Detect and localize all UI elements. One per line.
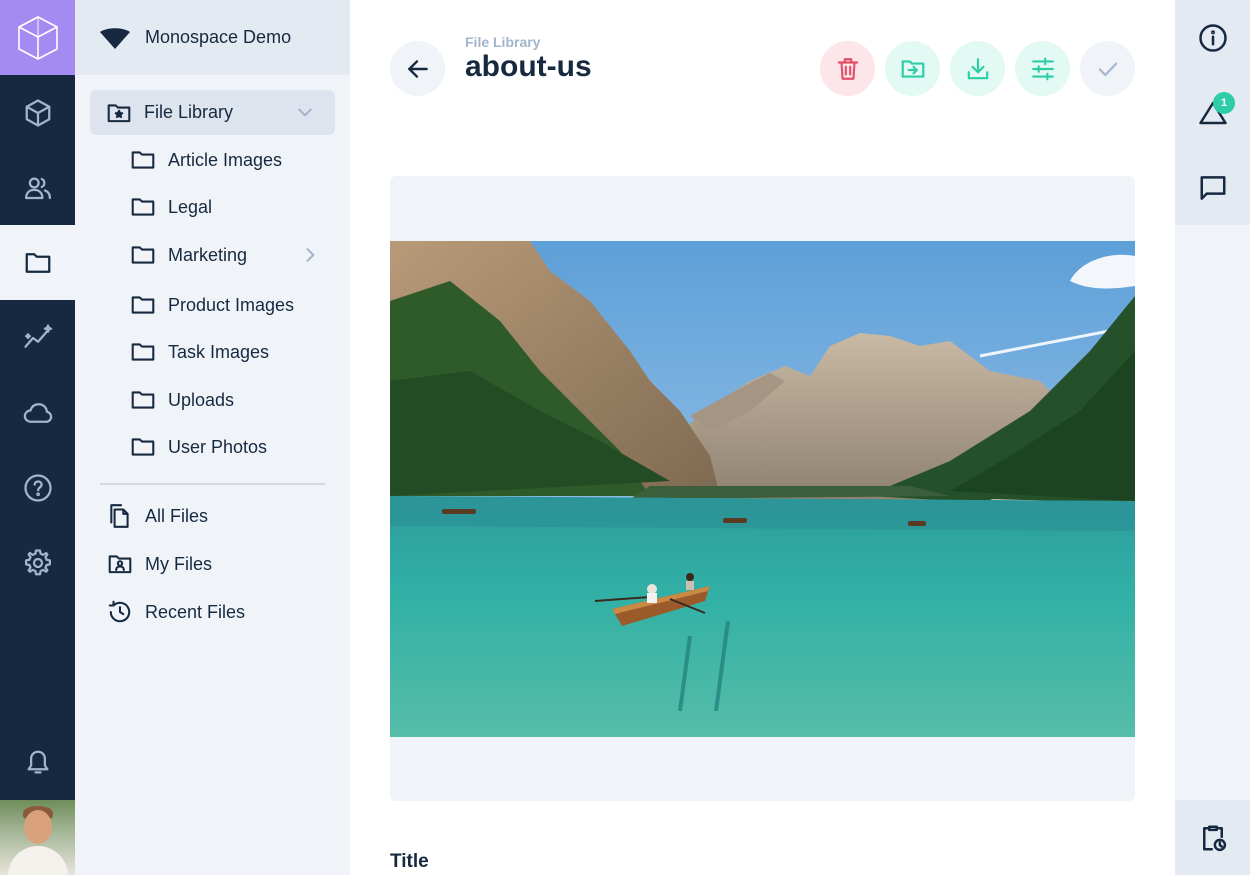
move-button[interactable] [885,41,940,96]
comment-icon [1200,175,1225,200]
nav-special-label: My Files [145,553,212,574]
revisions-badge: 1 [1213,92,1235,114]
history-icon [108,600,131,623]
module-cloud[interactable] [0,375,75,450]
nav-folder-task-images[interactable]: Task Images [130,339,269,365]
project-name: Monospace Demo [145,27,292,47]
nav-folder-label: Article Images [168,149,283,170]
module-help[interactable] [0,450,75,525]
trash-icon [837,57,858,80]
folder-icon [131,438,155,456]
folder-icon [131,296,155,314]
page-title: about-us [465,50,592,83]
nav-recent-files[interactable]: Recent Files [107,599,245,625]
sidebar-revisions-button[interactable] [1175,75,1250,150]
nav-folder-label: Task Images [168,341,270,362]
nav-my-files[interactable]: My Files [107,551,212,577]
project-header[interactable]: Monospace Demo [75,0,350,75]
user-avatar[interactable] [0,800,75,875]
folder-icon [131,343,155,361]
project-logo-icon [100,27,130,49]
module-content[interactable] [0,75,75,150]
nav-divider [100,483,325,485]
tune-icon [1031,57,1054,80]
settings-icon [24,548,51,575]
preview-image[interactable] [390,241,1135,737]
clipboard-clock-icon [1202,825,1226,851]
nav-special-label: Recent Files [145,601,246,622]
nav-special-label: All Files [145,505,209,526]
nav-group-file-library[interactable]: File Library [90,90,335,135]
app-logo[interactable] [0,0,75,75]
main-content: File Library about-us Title [350,0,1175,875]
breadcrumb[interactable]: File Library [465,34,540,50]
module-files[interactable] [0,225,75,300]
folder-icon [25,252,50,273]
users-icon [24,177,51,199]
nav-folder-legal[interactable]: Legal [130,194,212,220]
download-button[interactable] [950,41,1005,96]
save-button[interactable] [1080,41,1135,96]
sidebar-comments-button[interactable] [1175,150,1250,225]
cloud-icon [23,402,52,423]
nav-folder-label: Uploads [168,389,235,410]
right-sidebar: 1 [1175,0,1250,875]
nav-folder-product-images[interactable]: Product Images [130,292,294,318]
header-actions [820,41,1135,96]
navigation-panel: Monospace Demo File Library Article Imag… [75,0,350,875]
download-icon [967,57,988,79]
module-users[interactable] [0,150,75,225]
box-icon [25,98,50,127]
starred-folder-icon [107,103,131,122]
bell-icon [27,750,48,773]
field-label-title: Title [390,851,429,872]
nav-folder-marketing[interactable]: Marketing [130,242,320,268]
sidebar-info-button[interactable] [1175,0,1250,75]
nav-folder-uploads[interactable]: Uploads [130,387,234,413]
folder-move-icon [901,59,924,78]
nav-folder-user-photos[interactable]: User Photos [130,434,267,460]
nav-group-label: File Library [144,102,234,122]
delete-button[interactable] [820,41,875,96]
arrow-left-icon [407,59,428,78]
folder-icon [131,246,155,264]
user-folder-icon [108,555,132,574]
sidebar-activity-button[interactable] [1175,800,1250,875]
module-insights[interactable] [0,300,75,375]
module-bar [0,0,75,875]
file-preview [390,176,1135,801]
module-settings[interactable] [0,525,75,600]
folder-icon [131,151,155,169]
nav-folder-label: User Photos [168,436,268,457]
nav-folder-label: Legal [168,196,213,217]
insights-icon [23,323,52,348]
info-icon [1198,23,1227,52]
back-button[interactable] [390,41,445,96]
files-icon [110,504,129,528]
nav-all-files[interactable]: All Files [107,503,208,529]
chevron-down-icon[interactable] [295,102,315,122]
nav-folder-article-images[interactable]: Article Images [130,147,282,173]
folder-icon [131,391,155,409]
notifications-button[interactable] [0,725,75,800]
check-icon [1098,62,1117,76]
chevron-right-icon[interactable] [300,245,320,265]
help-icon [23,473,52,502]
cube-logo-icon [17,15,58,60]
nav-folder-label: Product Images [168,294,295,315]
nav-folder-label: Marketing [168,244,248,265]
edit-image-button[interactable] [1015,41,1070,96]
folder-icon [131,198,155,216]
